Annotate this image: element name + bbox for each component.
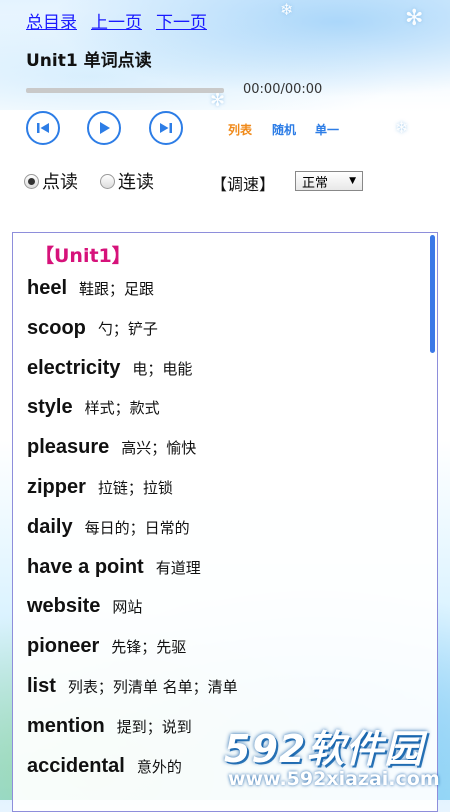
word-english: accidental (27, 754, 125, 777)
word-english: mention (27, 714, 105, 737)
word-chinese: 样式；款式 (84, 399, 160, 418)
word-chinese: 勺；铲子 (97, 319, 158, 338)
word-item[interactable]: accidental 意外的 (27, 755, 238, 795)
snowflake-icon: ❄ (395, 118, 409, 137)
word-item[interactable]: have a point 有道理 (27, 556, 238, 596)
next-page-link[interactable]: 下一页 (156, 8, 207, 33)
word-chinese: 每日的；日常的 (84, 518, 190, 537)
speed-select-value: 正常 (302, 175, 329, 191)
word-item[interactable]: pleasure 高兴；愉快 (27, 436, 238, 476)
play-icon (100, 122, 110, 134)
word-english: electricity (27, 356, 121, 379)
time-display: 00:00/00:00 (243, 82, 323, 97)
word-english: zipper (27, 475, 86, 498)
radio-continuous-read-label[interactable]: 连读 (118, 168, 154, 194)
word-list: heel 鞋跟；足跟 scoop 勺；铲子 electricity 电；电能 styl… (27, 277, 238, 794)
word-english: pleasure (27, 436, 110, 459)
radio-continuous-read[interactable] (100, 173, 115, 189)
radio-point-read[interactable] (24, 173, 39, 189)
word-chinese: 鞋跟；足跟 (79, 280, 155, 298)
skip-forward-icon (160, 123, 172, 133)
skip-back-icon (37, 123, 49, 133)
word-item[interactable]: electricity 电；电能 (27, 357, 238, 397)
word-item[interactable]: heel 鞋跟；足跟 (27, 277, 238, 317)
word-chinese: 网站 (112, 598, 143, 617)
word-chinese: 高兴；愉快 (121, 439, 197, 458)
word-item[interactable]: daily 每日的；日常的 (27, 516, 238, 556)
snowflake-icon: ❄ (280, 0, 294, 19)
mode-random-button[interactable]: 随机 (272, 121, 296, 138)
word-item[interactable]: scoop 勺；铲子 (27, 317, 238, 357)
word-chinese: 先锋；先驱 (111, 638, 187, 657)
word-list-panel[interactable]: 【Unit1】 heel 鞋跟；足跟 scoop 勺；铲子 electricity 电… (12, 232, 438, 812)
word-english: style (27, 396, 73, 419)
word-english: daily (27, 515, 73, 538)
word-chinese: 拉链；拉锁 (97, 478, 173, 497)
previous-track-button[interactable] (26, 111, 60, 145)
word-item[interactable]: style 样式；款式 (27, 396, 238, 436)
word-chinese: 提到；说到 (116, 717, 192, 736)
word-chinese: 有道理 (155, 558, 201, 577)
word-item[interactable]: list 列表；列清单 名单；清单 (27, 675, 238, 715)
word-english: scoop (27, 316, 86, 339)
speed-select[interactable]: 正常 ▼ (295, 171, 363, 191)
radio-selected-dot (28, 177, 35, 185)
word-item[interactable]: pioneer 先锋；先驱 (27, 635, 238, 675)
catalog-link[interactable]: 总目录 (26, 8, 77, 33)
word-list-scrollbar[interactable] (430, 235, 435, 353)
word-item[interactable]: zipper 拉链；拉锁 (27, 476, 238, 516)
word-english: heel (27, 277, 68, 299)
snowflake-icon: ✻ (405, 6, 424, 31)
snowflake-icon: ✻ (210, 90, 226, 111)
word-english: have a point (27, 555, 144, 578)
prev-page-link[interactable]: 上一页 (91, 8, 142, 33)
speed-label: 【调速】 (211, 175, 276, 194)
radio-point-read-label[interactable]: 点读 (42, 168, 78, 194)
top-navigation: 总目录 上一页 下一页 (26, 8, 207, 33)
mode-single-button[interactable]: 单一 (315, 121, 339, 138)
word-chinese: 意外的 (136, 757, 182, 776)
page-title: Unit1 单词点读 (26, 51, 152, 71)
audio-progress-bar[interactable] (26, 88, 224, 93)
word-chinese: 列表；列清单 名单；清单 (67, 677, 238, 696)
play-button[interactable] (87, 111, 121, 145)
word-chinese: 电；电能 (132, 359, 193, 378)
word-item[interactable]: mention 提到；说到 (27, 715, 238, 755)
word-english: website (27, 595, 101, 618)
word-english: list (27, 674, 56, 697)
next-track-button[interactable] (149, 111, 183, 145)
dropdown-arrow-icon: ▼ (349, 176, 356, 186)
read-mode-group: 点读 连读 (24, 168, 154, 194)
word-item[interactable]: website 网站 (27, 595, 238, 635)
word-english: pioneer (27, 635, 100, 658)
mode-list-button[interactable]: 列表 (228, 121, 252, 138)
unit-heading: 【Unit1】 (35, 245, 131, 267)
